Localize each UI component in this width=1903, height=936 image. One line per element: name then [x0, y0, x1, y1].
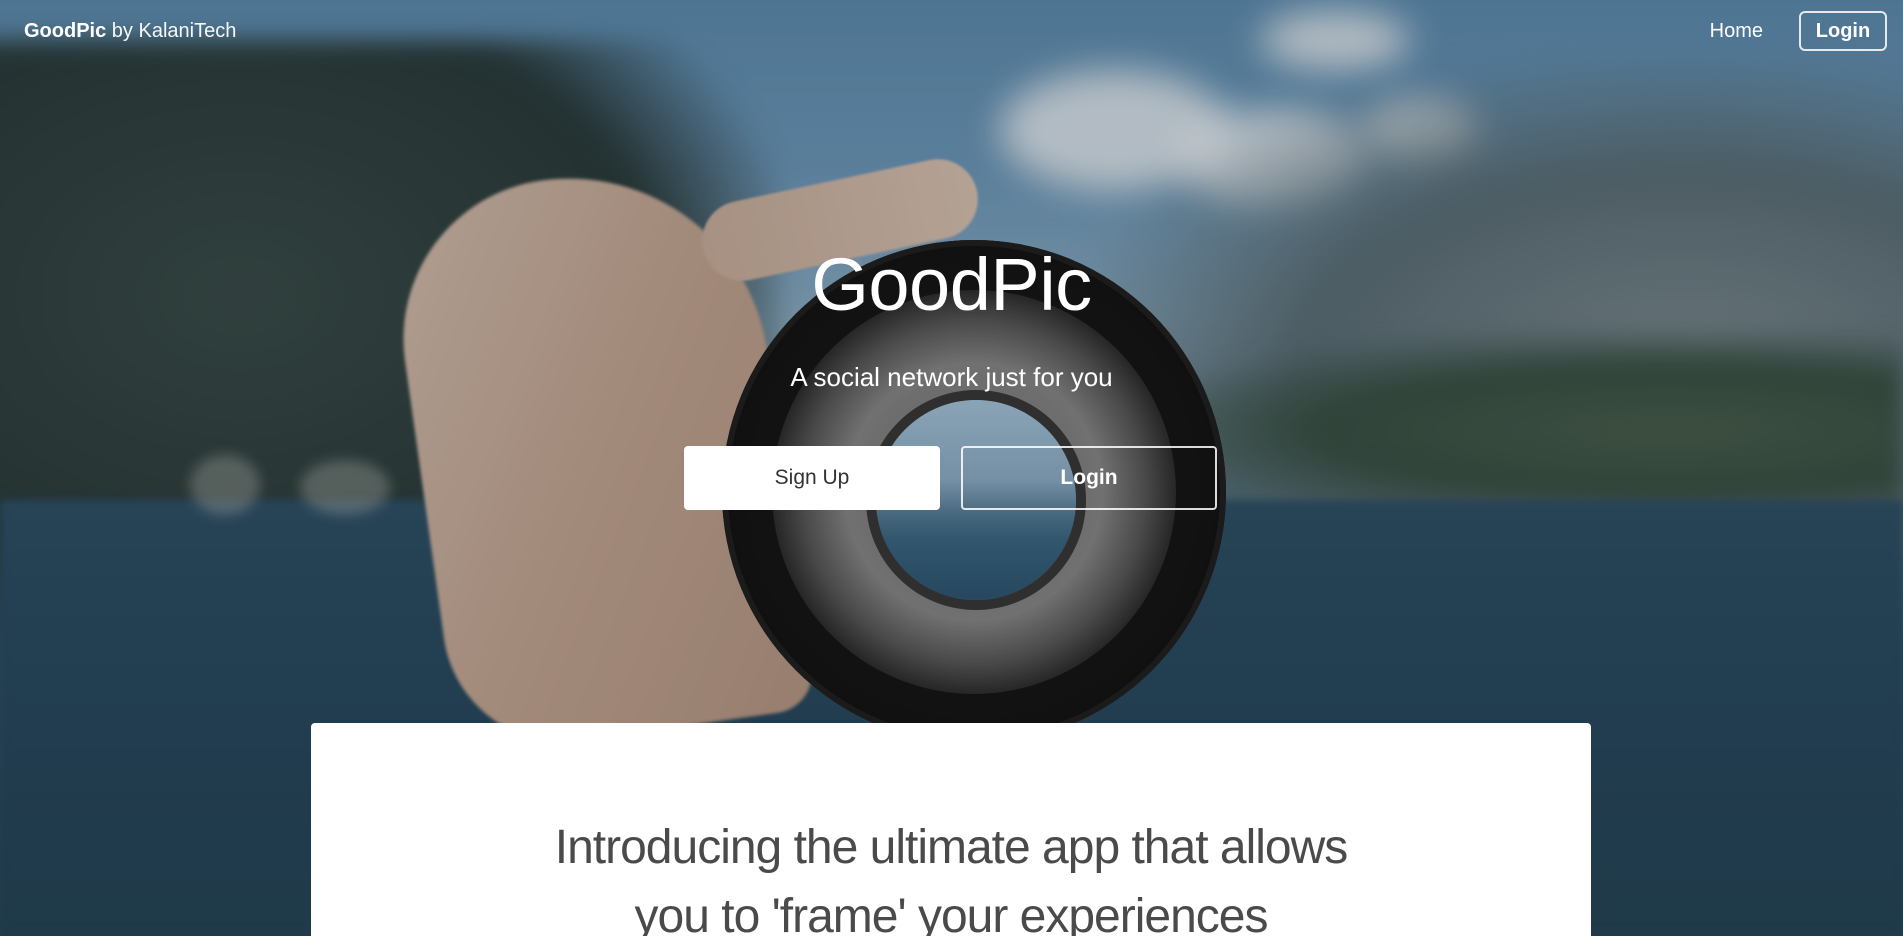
- hero-subtitle: A social network just for you: [790, 362, 1113, 392]
- hero-login-button[interactable]: Login: [961, 446, 1217, 510]
- brand-byline: by KalaniTech: [111, 20, 237, 42]
- nav-login-button[interactable]: Login: [1799, 11, 1887, 51]
- page: GoodPic by KalaniTech Home Login GoodPic…: [0, 0, 1903, 936]
- hero-section: GoodPic A social network just for you Si…: [0, 0, 1903, 720]
- navbar: GoodPic by KalaniTech Home Login: [0, 0, 1903, 64]
- hero-title: GoodPic: [811, 243, 1092, 326]
- nav-home-link[interactable]: Home: [1710, 20, 1763, 43]
- brand-link[interactable]: GoodPic by KalaniTech: [24, 20, 236, 43]
- signup-button[interactable]: Sign Up: [684, 446, 940, 510]
- brand-name: GoodPic: [24, 20, 107, 42]
- intro-card: Introducing the ultimate app that allows…: [311, 723, 1591, 936]
- intro-line-1: Introducing the ultimate app that allows: [554, 821, 1349, 874]
- intro-heading: Introducing the ultimate app that allows…: [311, 813, 1591, 936]
- intro-line-2: you to 'frame' your experiences: [634, 890, 1269, 936]
